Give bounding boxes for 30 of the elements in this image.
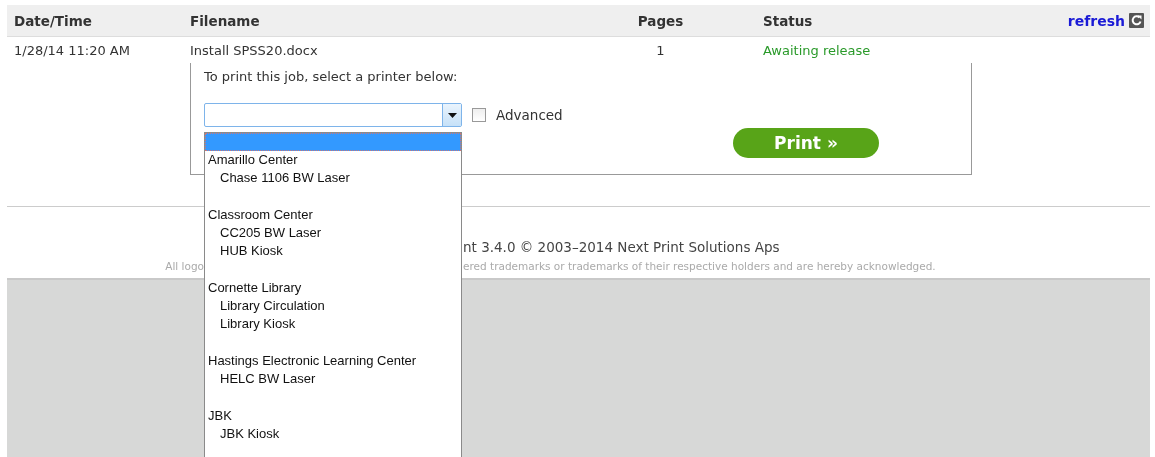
instruction-text: To print this job, select a printer below: bbox=[204, 69, 459, 84]
refresh-link[interactable]: refresh bbox=[1067, 12, 1125, 29]
table-cell-text: 1 bbox=[655, 42, 666, 58]
printer-group-label: Cornette Library bbox=[207, 279, 303, 297]
column-header: Pages bbox=[636, 12, 685, 29]
printer-option[interactable]: Chase 1106 BW Laser bbox=[205, 169, 461, 187]
printer-option[interactable]: CC205 BW Laser bbox=[205, 224, 461, 242]
table-cell-text: Install SPSS20.docx bbox=[190, 42, 319, 58]
printer-option[interactable]: Library Kiosk bbox=[205, 315, 461, 333]
trademark-text: All logo bbox=[164, 259, 204, 272]
column-header: Status bbox=[762, 12, 814, 29]
copyright-text: nt 3.4.0 © 2003–2014 Next Print Solutions Aps bbox=[463, 238, 780, 255]
column-header: Date/Time bbox=[13, 12, 93, 29]
printer-option[interactable]: HELC BW Laser bbox=[205, 370, 461, 388]
printer-option[interactable]: Library Circulation bbox=[205, 297, 461, 315]
printer-group-label: JBK bbox=[207, 407, 233, 425]
caret-icon bbox=[447, 112, 457, 118]
refresh-icon[interactable] bbox=[1129, 13, 1144, 28]
checkbox-label: Advanced bbox=[496, 107, 563, 123]
printer-group-label: Hastings Electronic Learning Center bbox=[207, 352, 418, 370]
printer-option[interactable]: JBK Kiosk bbox=[205, 425, 461, 443]
printer-option[interactable]: HUB Kiosk bbox=[205, 242, 461, 260]
status-text: Awaiting release bbox=[762, 42, 872, 58]
advanced-checkbox[interactable] bbox=[472, 108, 486, 122]
column-header: Filename bbox=[190, 12, 261, 29]
table-cell-text: 1/28/14 11:20 AM bbox=[13, 42, 131, 58]
trademark-text: ered trademarks or trademarks of their respective holders and are hereby acknowledged. bbox=[463, 259, 936, 272]
printer-group-label: Classroom Center bbox=[207, 206, 314, 224]
printer-group-label: Amarillo Center bbox=[207, 151, 299, 169]
printer-select[interactable] bbox=[204, 103, 462, 127]
